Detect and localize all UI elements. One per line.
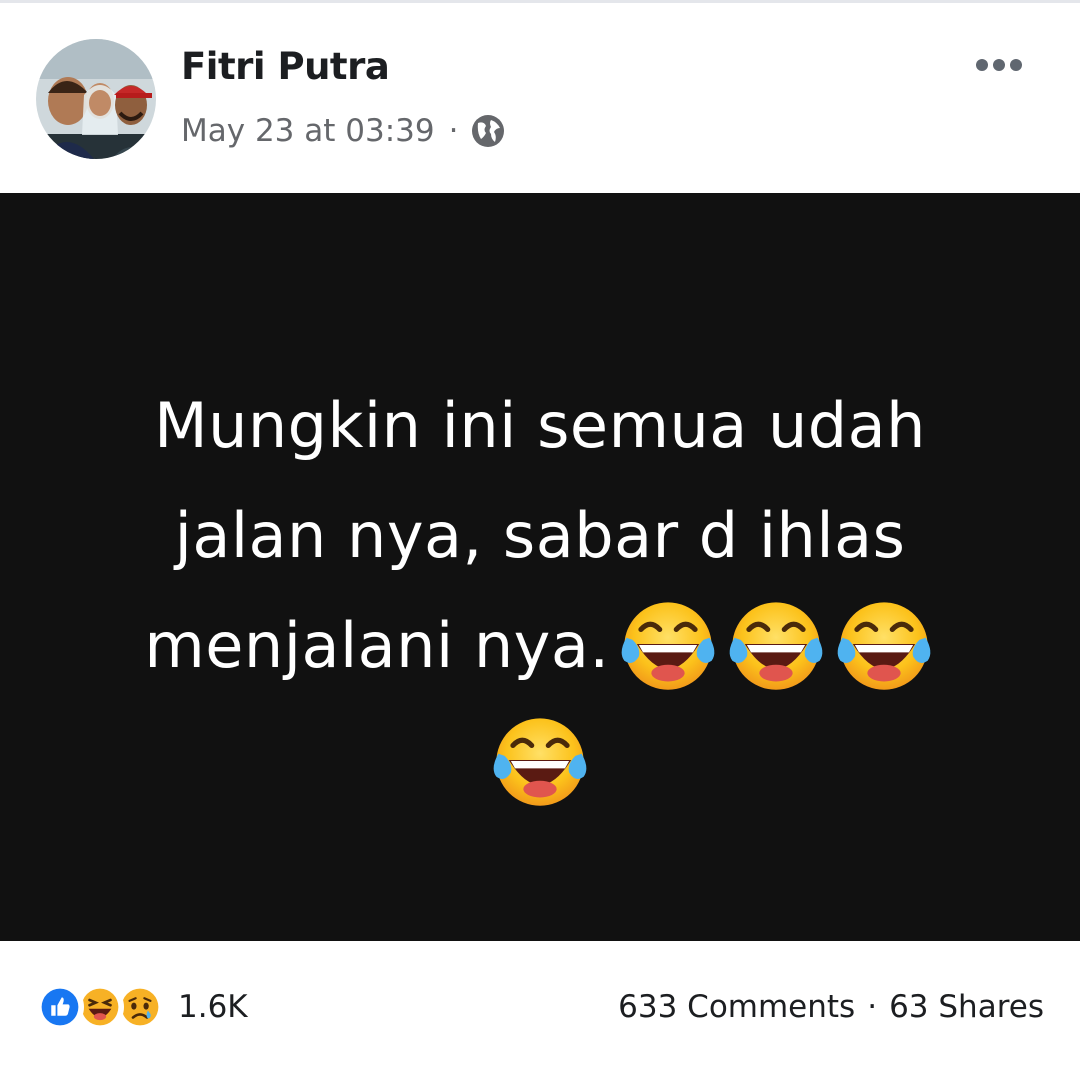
post-text: Mungkin ini semua udah jalan nya, sabar …: [90, 371, 990, 812]
meta-separator: ·: [448, 113, 459, 149]
like-icon: [36, 983, 84, 1031]
face-with-tears-of-joy-icon: [832, 592, 936, 696]
post-text-line-3: menjalani nya.: [90, 591, 990, 702]
avatar[interactable]: [36, 39, 156, 159]
reactions-summary[interactable]: 1.6K: [36, 983, 248, 1031]
shares-count[interactable]: 63 Shares: [889, 989, 1044, 1025]
post-content-card[interactable]: Mungkin ini semua udah jalan nya, sabar …: [0, 193, 1080, 941]
face-with-tears-of-joy-icon: [488, 708, 592, 812]
more-options-button[interactable]: [966, 47, 1032, 83]
post-header: Fitri Putra May 23 at 03:39 ·: [0, 3, 1080, 193]
reaction-icons: [36, 983, 164, 1031]
reaction-count[interactable]: 1.6K: [178, 989, 248, 1025]
post-text-line: menjalani nya.: [144, 609, 610, 682]
more-dot-icon: [1010, 59, 1022, 71]
comments-count[interactable]: 633 Comments: [618, 989, 855, 1025]
engagement-stats: 633 Comments · 63 Shares: [618, 985, 1044, 1029]
author-name[interactable]: Fitri Putra: [181, 45, 390, 88]
face-with-tears-of-joy-icon: [616, 592, 720, 696]
post-text-line: jalan nya, sabar d ihlas: [174, 499, 906, 572]
emoji-row: [616, 592, 936, 696]
emoji-row: [90, 708, 990, 812]
face-with-tears-of-joy-icon: [724, 592, 828, 696]
post-meta: May 23 at 03:39 ·: [181, 109, 506, 153]
more-dot-icon: [993, 59, 1005, 71]
post-screen: Fitri Putra May 23 at 03:39 · Mungkin in…: [0, 0, 1080, 1073]
post-timestamp[interactable]: May 23 at 03:39: [181, 113, 435, 149]
post-text-line: Mungkin ini semua udah: [154, 389, 926, 462]
globe-icon[interactable]: [470, 113, 506, 149]
stats-separator: ·: [867, 989, 878, 1025]
post-footer: 1.6K 633 Comments · 63 Shares: [0, 941, 1080, 1073]
more-dot-icon: [976, 59, 988, 71]
